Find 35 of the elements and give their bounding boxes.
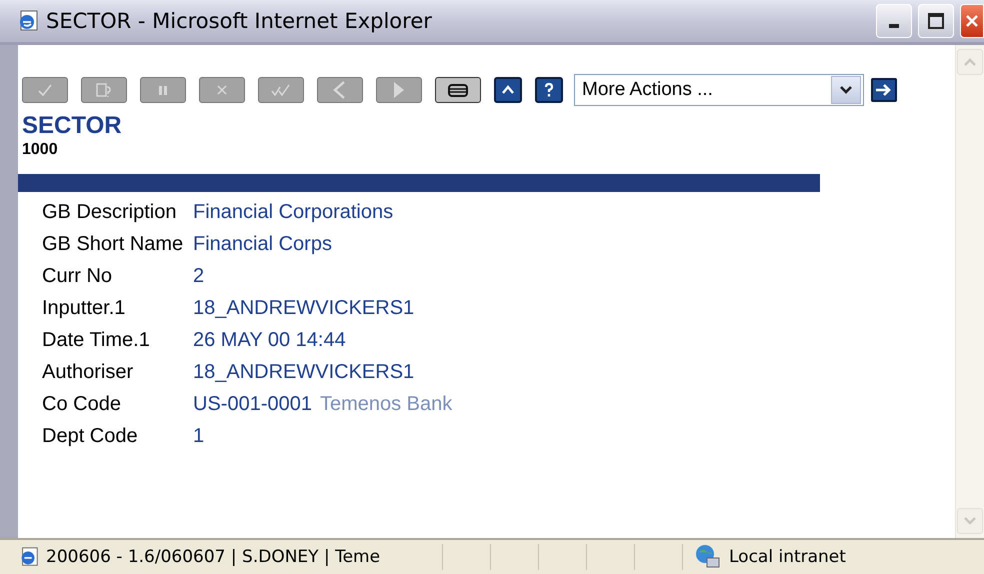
- field-value: Financial Corps: [193, 233, 332, 256]
- record-title: SECTOR: [22, 112, 123, 140]
- field-note: Temenos Bank: [320, 393, 452, 416]
- status-text: 200606 - 1.6/060607 | S.DONEY | Teme: [46, 547, 380, 567]
- field-label: Curr No: [42, 265, 114, 288]
- minimize-icon: [889, 24, 899, 28]
- record-id: 1000: [22, 140, 59, 160]
- field-value: US-001-0001: [193, 393, 312, 416]
- help-button[interactable]: [535, 77, 563, 103]
- field-label: GB Short Name: [42, 233, 184, 256]
- minimize-button[interactable]: [876, 4, 912, 38]
- field-label: Dept Code: [42, 425, 139, 448]
- field-value: 26 MAY 00 14:44: [193, 329, 346, 352]
- actions-dropdown[interactable]: More Actions ...: [574, 74, 864, 106]
- field-value: 18_ANDREWVICKERS1: [193, 297, 414, 320]
- close-icon: [964, 13, 980, 29]
- field-label: Date Time.1: [42, 329, 151, 352]
- close-button[interactable]: [960, 4, 984, 38]
- maximize-button[interactable]: [918, 4, 954, 38]
- field-label: Co Code: [42, 393, 122, 416]
- go-button[interactable]: [871, 78, 897, 102]
- field-value: Financial Corporations: [193, 201, 394, 224]
- field-label: Authoriser: [42, 361, 134, 384]
- maximize-icon: [927, 12, 945, 30]
- window-title: SECTOR - Microsoft Internet Explorer: [46, 9, 433, 33]
- field-label: Inputter.1: [42, 297, 126, 320]
- print-button[interactable]: [435, 77, 481, 103]
- field-value: 18_ANDREWVICKERS1: [193, 361, 414, 384]
- field-value: 1: [193, 425, 204, 448]
- network-icon: [693, 544, 721, 570]
- chevron-icon: [839, 85, 853, 95]
- field-value: 2: [193, 265, 204, 288]
- zone-label: Local intranet: [729, 547, 846, 567]
- field-label: GB Description: [42, 201, 178, 224]
- up-button[interactable]: [494, 77, 522, 103]
